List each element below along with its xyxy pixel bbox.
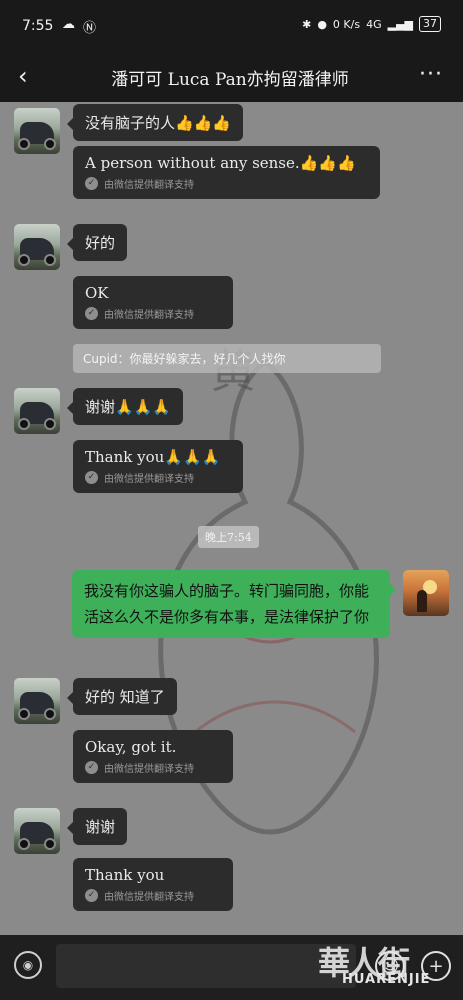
check-icon: ✓ — [85, 177, 98, 190]
message-text: 谢谢🙏🙏🙏 — [85, 398, 172, 416]
translation-bubble[interactable]: Thank you🙏🙏🙏 ✓ 由微信提供翻译支持 — [73, 440, 243, 493]
avatar[interactable] — [14, 224, 60, 270]
status-right: ✱ ● 0 K/s 4G ▂▄▆ 37 — [302, 16, 441, 32]
network-indicator: 4G — [366, 17, 382, 31]
chevron-left-icon[interactable]: ‹ — [18, 64, 28, 88]
message-bubble[interactable]: 好的 知道了 — [67, 678, 177, 715]
message-input[interactable] — [56, 944, 356, 988]
translation-note: ✓ 由微信提供翻译支持 — [85, 306, 221, 321]
site-watermark-sub: HUARENJIE — [342, 972, 431, 987]
translation-text: Okay, got it. — [85, 738, 177, 756]
message-text: 好的 知道了 — [85, 688, 165, 706]
translation-text: A person without any sense.👍👍👍 — [85, 154, 356, 172]
system-message: Cupid：你最好躲家去，好几个人找你 — [73, 344, 381, 373]
nfc-icon: Ⓝ — [83, 21, 97, 36]
avatar[interactable] — [14, 678, 60, 724]
battery-level: 37 — [419, 16, 441, 32]
check-icon: ✓ — [85, 471, 98, 484]
signal-icon: ▂▄▆ — [387, 17, 413, 31]
message-bubble[interactable]: 谢谢🙏🙏🙏 — [66, 388, 184, 425]
timestamp: 晚上7:54 — [198, 526, 259, 548]
chat-header: ‹ 潘可可 Luca Pan亦拘留潘律师 ··· — [0, 52, 463, 102]
translation-text: Thank you🙏🙏🙏 — [85, 448, 221, 466]
avatar[interactable] — [14, 388, 60, 434]
message-bubble[interactable]: 没有脑子的人👍👍👍 — [66, 104, 244, 141]
avatar[interactable] — [14, 108, 60, 154]
message-text: 没有脑子的人👍👍👍 — [85, 114, 232, 132]
message-bubble-self[interactable]: 我没有你这骗人的脑子。转门骗同胞，你能活这么久不是你多有本事，是法律保护了你 — [72, 570, 396, 638]
message-text: 好的 — [85, 234, 116, 252]
status-time: 7:55 — [22, 18, 54, 34]
status-left-icons: ☁ Ⓝ — [62, 17, 96, 36]
speed-indicator: 0 K/s — [332, 17, 361, 31]
translation-bubble[interactable]: A person without any sense.👍👍👍 ✓ 由微信提供翻译支… — [73, 146, 380, 199]
location-icon: ● — [317, 17, 327, 31]
ellipsis-icon[interactable]: ··· — [419, 62, 443, 87]
check-icon: ✓ — [85, 889, 98, 902]
message-text: 我没有你这骗人的脑子。转门骗同胞，你能活这么久不是你多有本事，是法律保护了你 — [84, 582, 370, 626]
avatar-self[interactable] — [403, 570, 449, 616]
chat-title: 潘可可 Luca Pan亦拘留潘律师 — [111, 70, 349, 90]
translation-bubble[interactable]: Okay, got it. ✓ 由微信提供翻译支持 — [73, 730, 233, 783]
translation-note: ✓ 由微信提供翻译支持 — [85, 760, 221, 775]
translation-bubble[interactable]: OK ✓ 由微信提供翻译支持 — [73, 276, 233, 329]
translation-note: ✓ 由微信提供翻译支持 — [85, 470, 231, 485]
check-icon: ✓ — [85, 307, 98, 320]
translation-text: OK — [85, 284, 109, 302]
translation-note: ✓ 由微信提供翻译支持 — [85, 176, 368, 191]
status-bar: 7:55 ☁ Ⓝ ✱ ● 0 K/s 4G ▂▄▆ 37 — [0, 0, 463, 52]
message-bubble[interactable]: 谢谢 — [66, 808, 128, 845]
chat-area[interactable]: 黄 没有脑子的人👍👍👍 A person without any sense.👍… — [0, 102, 463, 935]
voice-icon[interactable]: ◉ — [14, 951, 42, 979]
message-bubble[interactable]: 好的 — [66, 224, 128, 261]
avatar[interactable] — [14, 808, 60, 854]
translation-bubble[interactable]: Thank you ✓ 由微信提供翻译支持 — [73, 858, 233, 911]
message-text: 谢谢 — [85, 818, 116, 836]
translation-note: ✓ 由微信提供翻译支持 — [85, 888, 221, 903]
bluetooth-icon: ✱ — [302, 17, 312, 31]
check-icon: ✓ — [85, 761, 98, 774]
translation-text: Thank you — [85, 866, 165, 884]
notification-icon: ☁ — [62, 17, 75, 32]
